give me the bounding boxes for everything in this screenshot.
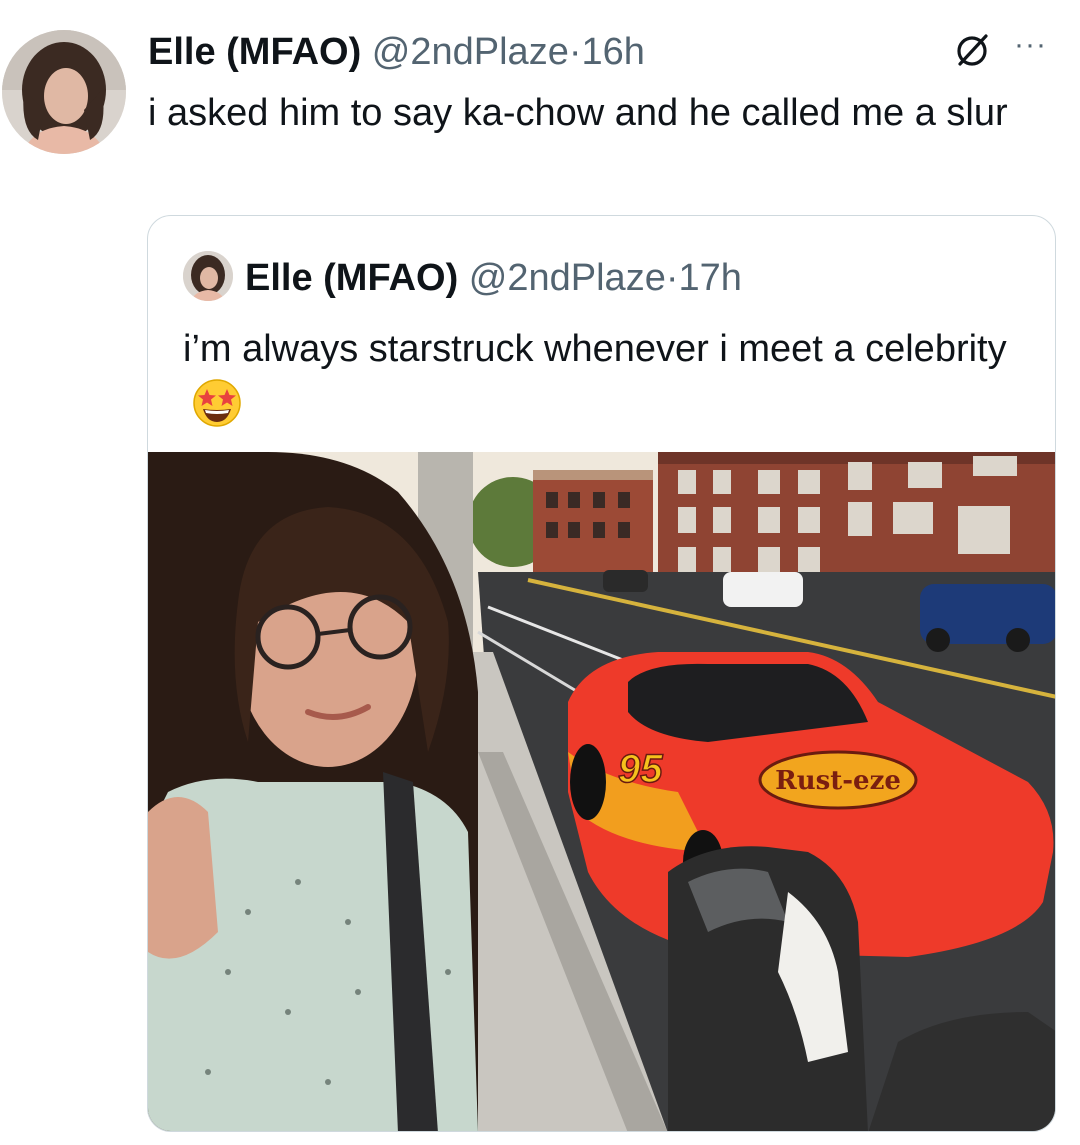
selfie-with-car-photo: Rust-eze 95 — [148, 452, 1055, 1131]
quoted-avatar[interactable] — [183, 251, 233, 301]
avatar-portrait-icon — [2, 30, 126, 154]
car-number-text: 95 — [618, 747, 663, 791]
author-handle[interactable]: @2ndPlaze — [372, 31, 569, 73]
quoted-author-handle[interactable]: @2ndPlaze — [469, 257, 666, 299]
more-options-icon[interactable]: ··· — [1014, 28, 1047, 62]
car-decal-text: Rust-eze — [775, 766, 901, 796]
meta-separator: · — [568, 31, 582, 73]
quoted-tweet-time[interactable]: 17h — [679, 257, 742, 299]
quoted-tweet-header: Elle (MFAO) @2ndPlaze·17h — [245, 254, 742, 302]
tweet-header: Elle (MFAO) @2ndPlaze·16h — [148, 28, 645, 76]
quoted-tweet-photo[interactable]: Rust-eze 95 — [148, 452, 1055, 1131]
quoted-avatar-portrait-icon — [183, 251, 233, 301]
quoted-tweet-text-block: i’m always starstruck whenever i meet a … — [183, 321, 1043, 435]
tweet-text: i asked him to say ka-chow and he called… — [148, 92, 1008, 134]
profile-avatar[interactable] — [2, 30, 126, 154]
tweet-time[interactable]: 16h — [582, 31, 645, 73]
grok-icon[interactable] — [952, 30, 992, 70]
quoted-author-name[interactable]: Elle (MFAO) — [245, 257, 458, 299]
quoted-tweet-card[interactable]: Elle (MFAO) @2ndPlaze·17h i’m always sta… — [147, 215, 1056, 1132]
star-struck-emoji-icon — [191, 377, 243, 429]
quoted-meta-separator: · — [665, 257, 679, 299]
author-name[interactable]: Elle (MFAO) — [148, 31, 361, 73]
quoted-tweet-text: i’m always starstruck whenever i meet a … — [183, 328, 1007, 370]
